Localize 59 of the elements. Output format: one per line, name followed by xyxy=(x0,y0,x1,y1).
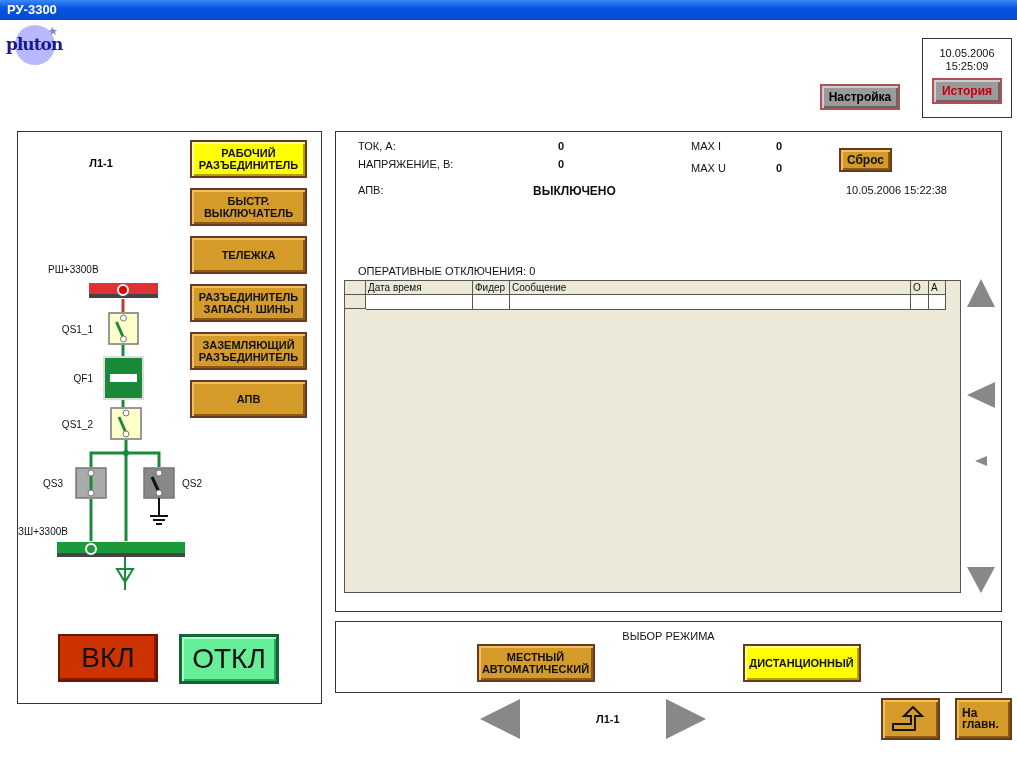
bus-label: ЗШ+3300В xyxy=(18,526,68,537)
reading-value: 0 xyxy=(776,140,784,152)
device-label: QS2 xyxy=(182,478,202,489)
date-text: 10.05.2006 xyxy=(939,47,995,60)
reading-label: НАПРЯЖЕНИЕ, В: xyxy=(358,158,455,170)
reading-value: 0 xyxy=(558,158,566,170)
feeder-label: Л1-1 xyxy=(89,157,113,169)
reading-label: ТОК, А: xyxy=(358,140,397,152)
timestamp-text: 10.05.2006 15:22:38 xyxy=(846,184,947,198)
scroll-up-button[interactable] xyxy=(966,278,997,308)
reading-label: АПВ: xyxy=(358,184,385,198)
logo-text: pluton xyxy=(6,34,63,54)
page-left-button[interactable] xyxy=(966,381,997,409)
reading-value: 0 xyxy=(776,162,784,174)
off-button[interactable]: ОТКЛ xyxy=(179,634,279,684)
scroll-left-button[interactable] xyxy=(975,456,988,466)
feeder-output-icon xyxy=(116,556,135,591)
previous-button[interactable] xyxy=(480,699,520,739)
wire xyxy=(121,400,125,407)
device-button[interactable]: РАБОЧИЙ РАЗЪЕДИНИТЕЛЬ xyxy=(190,140,307,178)
disconnector-switch[interactable] xyxy=(108,312,139,345)
feeder-label: Л1-1 xyxy=(596,713,621,725)
wire xyxy=(121,345,125,356)
device-button[interactable]: ТЕЛЕЖКА xyxy=(190,236,307,274)
disconnector-switch[interactable] xyxy=(75,467,107,499)
busbar xyxy=(89,283,158,298)
bus-label: РШ+3300В xyxy=(48,264,99,275)
up-level-button[interactable] xyxy=(881,698,940,740)
on-button[interactable]: ВКЛ xyxy=(58,634,158,682)
device-button[interactable]: БЫСТР. ВЫКЛЮЧАТЕЛЬ xyxy=(190,188,307,226)
wire xyxy=(121,299,125,312)
circuit-breaker[interactable] xyxy=(103,356,144,400)
table-cell xyxy=(473,295,510,310)
device-button[interactable]: ЗАЗЕМЛЯЮЩИЙ РАЗЪЕДИНИТЕЛЬ xyxy=(190,332,307,370)
settings-button[interactable]: Настройка xyxy=(820,84,900,110)
reading-label: MAX I xyxy=(691,140,722,152)
mode-button[interactable]: МЕСТНЫЙ АВТОМАТИЧЕСКИЙ xyxy=(476,644,595,682)
time-text: 15:25:09 xyxy=(945,60,989,73)
trips-count-label: ОПЕРАТИВНЫЕ ОТКЛЮЧЕНИЯ: 0 xyxy=(357,265,537,277)
mode-title: ВЫБОР РЕЖИМА xyxy=(622,630,715,642)
mode-button[interactable]: ДИСТАНЦИОННЫЙ xyxy=(742,644,861,682)
status-value: ВЫКЛЮЧЕНО xyxy=(533,184,617,198)
device-label: QS3 xyxy=(43,478,63,489)
table-cell xyxy=(911,295,929,310)
reading-value: 0 xyxy=(558,140,566,152)
home-button[interactable]: На главн. xyxy=(955,698,1012,740)
reset-button[interactable]: Сброс xyxy=(839,148,892,172)
scroll-down-button[interactable] xyxy=(966,566,997,594)
device-button[interactable]: АПВ xyxy=(190,380,307,418)
window-title: РУ-3300 xyxy=(7,2,57,17)
device-label: QS1_2 xyxy=(61,418,93,430)
reading-label: MAX U xyxy=(691,162,727,174)
disconnector-switch[interactable] xyxy=(143,467,175,525)
disconnector-switch[interactable] xyxy=(110,407,142,440)
device-button[interactable]: РАЗЪЕДИНИТЕЛЬ ЗАПАСН. ШИНЫ xyxy=(190,284,307,322)
next-button[interactable] xyxy=(666,699,706,739)
table-cell xyxy=(929,295,946,310)
device-label: QF1 xyxy=(73,373,93,384)
device-label: QS1_1 xyxy=(61,323,93,335)
